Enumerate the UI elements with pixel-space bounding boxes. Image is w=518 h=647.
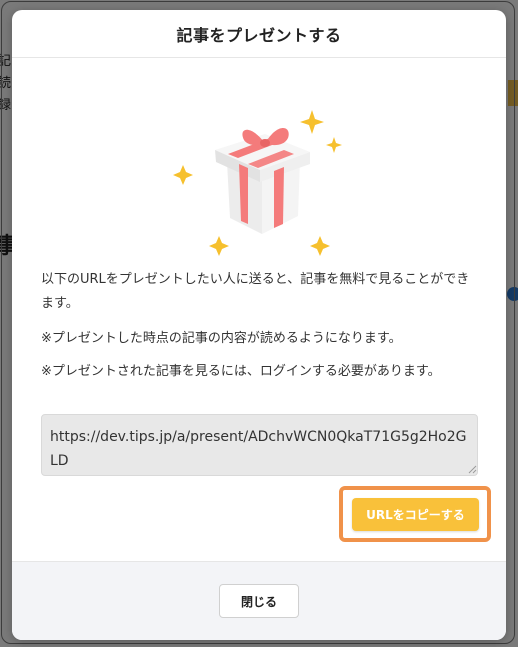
description-text: 以下のURLをプレゼントしたい人に送ると、記事を無料で見ることができます。	[41, 272, 470, 311]
description-note: ※プレゼントした時点の記事の内容が読めるようになります。	[41, 331, 402, 346]
sparkle-icon	[310, 236, 330, 256]
modal-footer: 閉じる	[12, 561, 506, 640]
present-url-field[interactable]: https://dev.tips.jp/a/present/ADchvWCN0Q…	[41, 414, 478, 476]
sparkle-icon	[173, 165, 193, 185]
description-note: ※プレゼントされた記事を見るには、ログインする必要があります。	[41, 364, 441, 379]
resize-grip-icon[interactable]	[467, 464, 477, 474]
sparkle-icon	[209, 236, 229, 256]
modal-title: 記事をプレゼントする	[176, 25, 342, 45]
modal-header: 記事をプレゼントする	[12, 10, 506, 58]
gift-icon	[215, 128, 310, 234]
present-modal: 記事をプレゼントする 以下のURLをプレゼントしたい人に送ると、記事を無料で見る…	[12, 10, 506, 640]
sparkle-icon	[300, 110, 324, 134]
close-button[interactable]: 閉じる	[219, 584, 299, 618]
sparkle-icon	[326, 137, 342, 153]
copy-url-button[interactable]: URLをコピーする	[352, 498, 479, 531]
gift-illustration	[12, 58, 506, 258]
